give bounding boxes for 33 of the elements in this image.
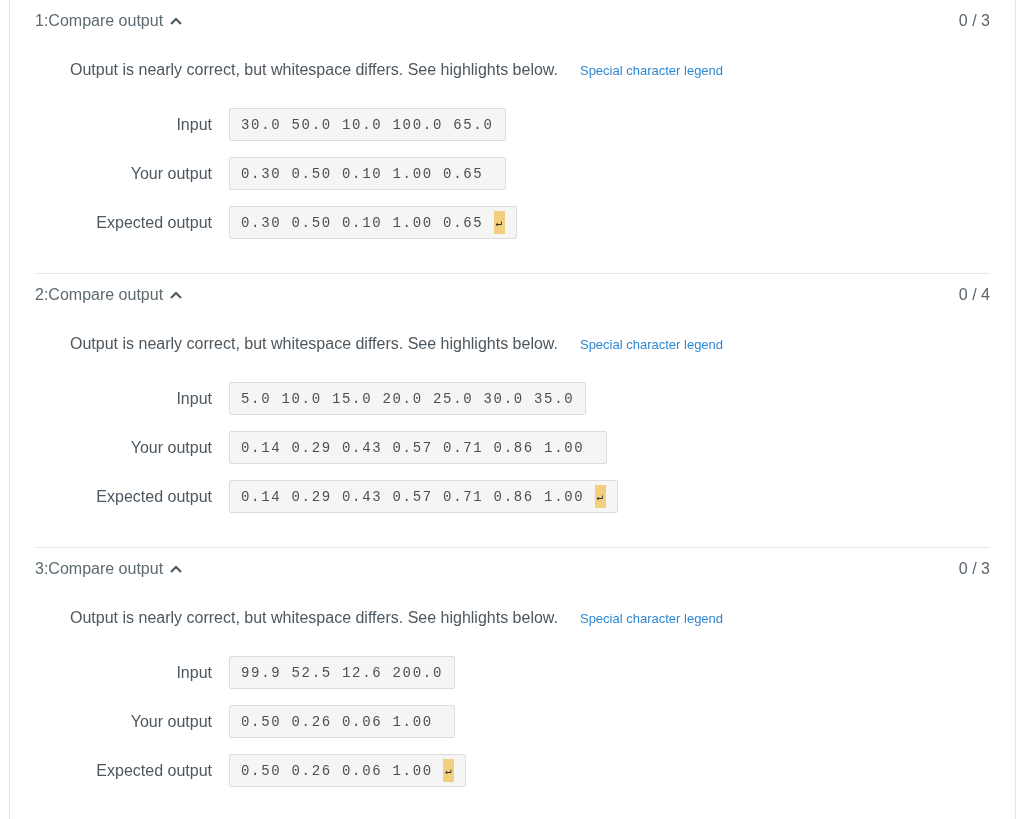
code-value: 99.9 52.5 12.6 200.0	[241, 664, 444, 681]
score-text: 0 / 4	[958, 286, 990, 304]
row-label: Input	[176, 115, 212, 134]
code-value: 0.14 0.29 0.43 0.57 0.71 0.86 1.00	[241, 488, 586, 505]
legend-link[interactable]: Special character legend	[579, 61, 724, 81]
row-label: Your output	[130, 164, 212, 183]
feedback-message: Output is nearly correct, but whitespace differs. See highlights below.	[70, 608, 558, 628]
row-label: Expected output	[96, 213, 212, 232]
test-toggle[interactable]: 1:Compare output	[35, 12, 183, 30]
row-label: Your output	[130, 438, 212, 457]
score-text: 0 / 3	[958, 12, 990, 30]
row-label: Input	[176, 389, 212, 408]
legend-link[interactable]: Special character legend	[579, 609, 724, 629]
code-value: 30.0 50.0 10.0 100.0 65.0	[241, 116, 494, 133]
newline-marker: ↵	[443, 759, 455, 782]
code-value: 0.30 0.50 0.10 1.00 0.65	[241, 214, 485, 231]
row-label: Expected output	[96, 761, 212, 780]
row-label: Input	[176, 663, 212, 682]
newline-marker: ↵	[594, 485, 606, 508]
code-value: 5.0 10.0 15.0 20.0 25.0 30.0 35.0	[241, 390, 575, 407]
code-value: 0.50 0.26 0.06 1.00	[241, 762, 434, 779]
legend-link[interactable]: Special character legend	[579, 335, 724, 355]
score-text: 0 / 3	[958, 560, 990, 578]
code-value: 0.30 0.50 0.10 1.00 0.65	[241, 165, 485, 182]
code-value: 0.14 0.29 0.43 0.57 0.71 0.86 1.00	[241, 439, 586, 456]
row-label: Expected output	[96, 487, 212, 506]
feedback-message: Output is nearly correct, but whitespace differs. See highlights below.	[70, 60, 558, 80]
feedback-message: Output is nearly correct, but whitespace differs. See highlights below.	[70, 334, 558, 354]
newline-marker: ↵	[493, 211, 505, 234]
code-value: 0.50 0.26 0.06 1.00	[241, 713, 434, 730]
test-toggle[interactable]: 2:Compare output	[35, 286, 183, 304]
row-label: Your output	[130, 712, 212, 731]
test-toggle[interactable]: 3:Compare output	[35, 560, 183, 578]
